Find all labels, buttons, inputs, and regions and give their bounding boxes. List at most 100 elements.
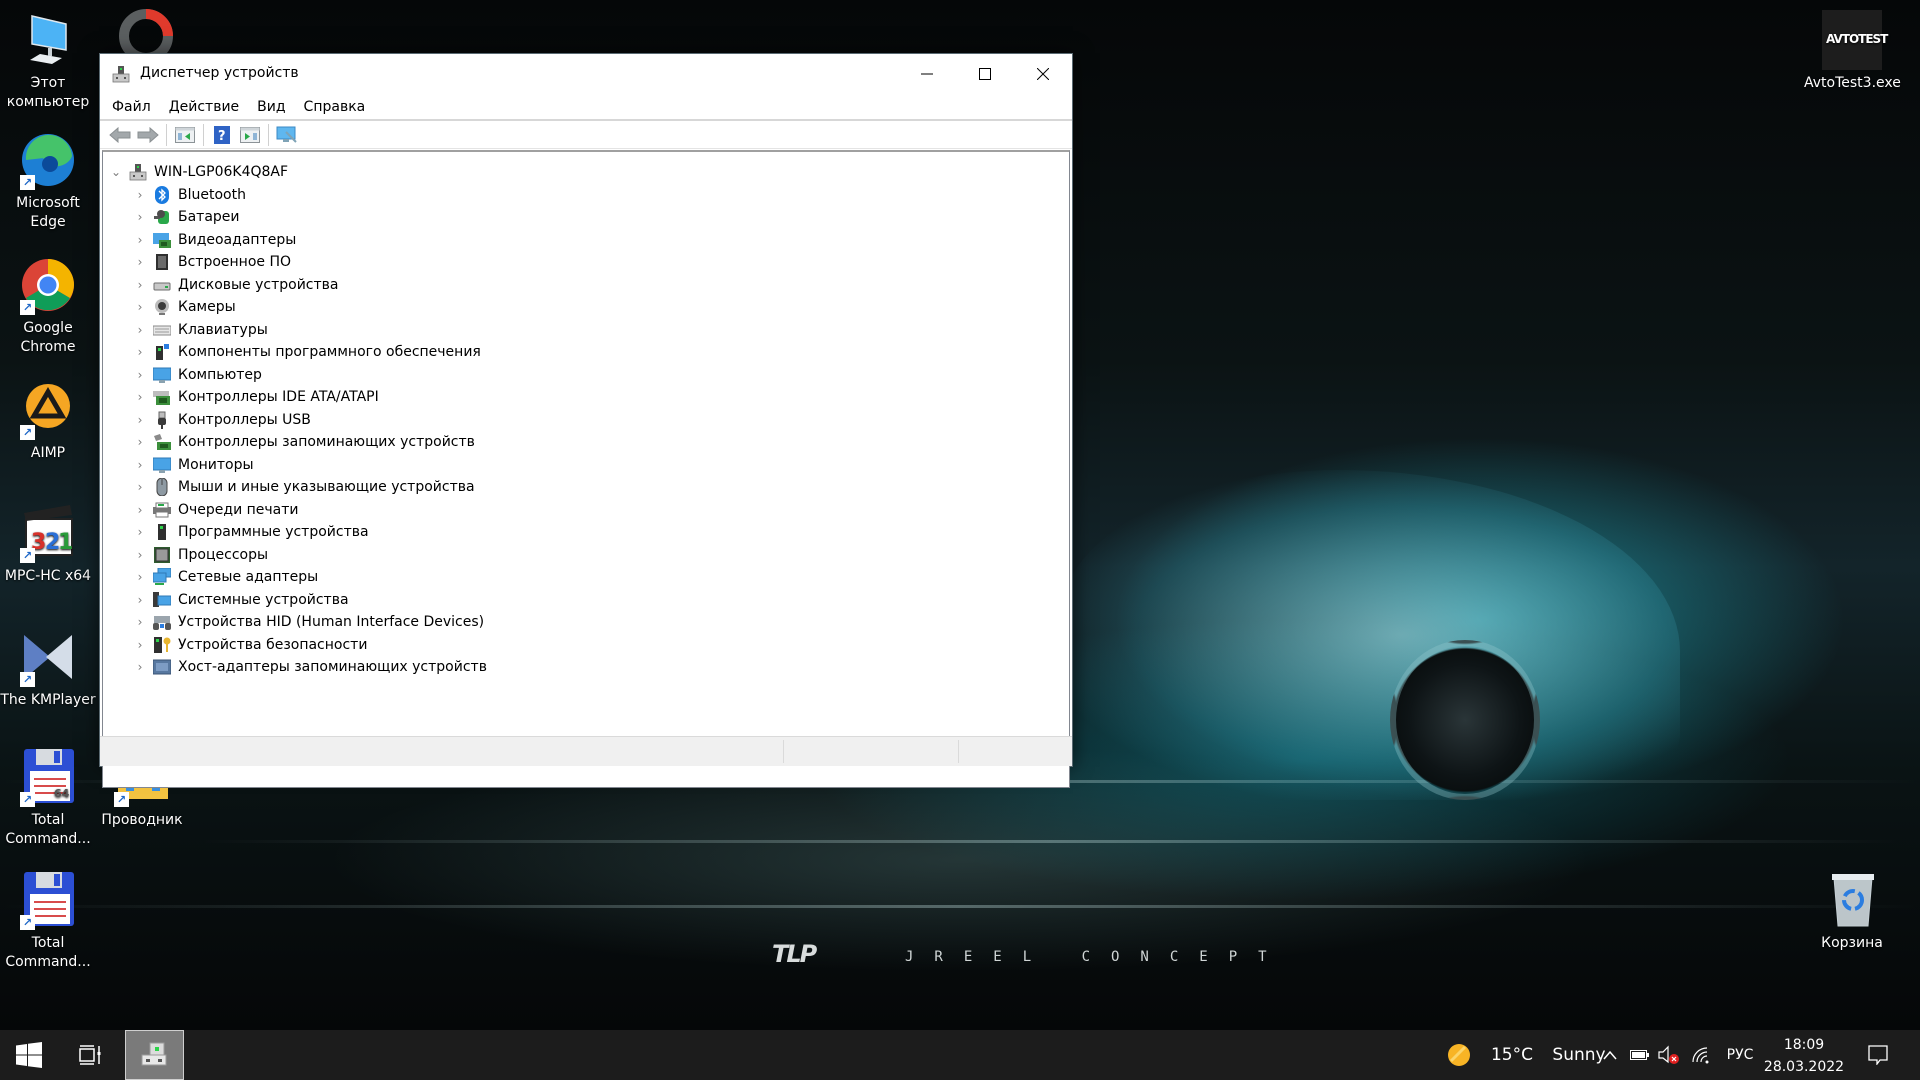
expand-chevron-icon[interactable]: ›: [133, 345, 147, 359]
expand-chevron-icon[interactable]: ›: [133, 525, 147, 539]
menu-file[interactable]: Файл: [103, 95, 160, 119]
desktop-icon-chrome[interactable]: ↗ Google Chrome: [0, 255, 96, 357]
tree-item[interactable]: › Дисковые устройства: [103, 274, 1069, 297]
tree-root-label: WIN-LGP06K4Q8AF: [154, 164, 289, 181]
help-button[interactable]: ?: [208, 123, 236, 147]
tree-root[interactable]: ⌄ WIN-LGP06K4Q8AF: [103, 161, 1069, 184]
status-pane: [958, 740, 1072, 763]
tree-item[interactable]: › Клавиатуры: [103, 319, 1069, 342]
tree-item[interactable]: › Мыши и иные указывающие устройства: [103, 476, 1069, 499]
clock[interactable]: 18:09 28.03.2022: [1762, 1034, 1846, 1078]
expand-chevron-icon[interactable]: ›: [133, 210, 147, 224]
software-device-icon: [153, 523, 171, 541]
tree-item[interactable]: › Батареи: [103, 206, 1069, 229]
printer-icon: [153, 501, 171, 519]
expand-chevron-icon[interactable]: ›: [133, 638, 147, 652]
tree-item[interactable]: › Контроллеры запоминающих устройств: [103, 431, 1069, 454]
tree-item[interactable]: › Сетевые адаптеры: [103, 566, 1069, 589]
forward-button[interactable]: [134, 123, 162, 147]
device-tree[interactable]: ⌄ WIN-LGP06K4Q8AF › Bluetooth › Батареи › Вид…: [102, 150, 1070, 788]
expand-chevron-icon[interactable]: ›: [133, 660, 147, 674]
expand-chevron-icon[interactable]: ›: [133, 278, 147, 292]
title-bar[interactable]: Диспетчер устройств: [100, 54, 1072, 94]
desktop-icon-avtotest[interactable]: AVTOTEST AvtoTest3.exe: [1804, 10, 1901, 93]
tree-item-label: Процессоры: [178, 546, 269, 563]
tree-item[interactable]: › Хост-адаптеры запоминающих устройств: [103, 656, 1069, 679]
tree-item[interactable]: › Контроллеры IDE ATA/ATAPI: [103, 386, 1069, 409]
show-action-pane-button[interactable]: [236, 123, 264, 147]
desktop-icon-total-commander[interactable]: ↗ Total Command...: [0, 870, 96, 972]
expand-chevron-icon[interactable]: ›: [133, 390, 147, 404]
expand-chevron-icon[interactable]: ›: [133, 368, 147, 382]
start-button[interactable]: [0, 1030, 58, 1080]
expand-chevron-icon[interactable]: ›: [133, 570, 147, 584]
desktop-icon-label: Google Chrome: [20, 320, 76, 355]
expand-chevron-icon[interactable]: ›: [133, 413, 147, 427]
desktop-icon-label: Total Command...: [5, 935, 91, 970]
tree-item[interactable]: › Мониторы: [103, 454, 1069, 477]
tree-item[interactable]: › Видеоадаптеры: [103, 229, 1069, 252]
monitor-icon: [152, 456, 172, 474]
expand-chevron-icon[interactable]: ›: [133, 188, 147, 202]
tree-item-label: Мониторы: [178, 456, 254, 473]
tree-item-label: Клавиатуры: [178, 321, 268, 338]
expand-chevron-icon[interactable]: ›: [133, 503, 147, 517]
expand-chevron-icon[interactable]: ›: [133, 548, 147, 562]
expand-chevron-icon[interactable]: ›: [133, 435, 147, 449]
expand-chevron-icon[interactable]: ›: [133, 593, 147, 607]
network-button[interactable]: [1688, 1030, 1714, 1080]
desktop-icon-label: The KMPlayer: [0, 692, 96, 708]
desktop-icon-edge[interactable]: ↗ Microsoft Edge: [0, 130, 96, 232]
expand-chevron-icon[interactable]: ›: [133, 323, 147, 337]
close-button[interactable]: [1014, 54, 1072, 94]
desktop-icon-recycle-bin[interactable]: Корзина: [1804, 870, 1900, 953]
desktop-icon-kmplayer[interactable]: ↗ The KMPlayer: [0, 627, 96, 710]
task-view-button[interactable]: [62, 1030, 118, 1080]
expand-chevron-icon[interactable]: ›: [133, 300, 147, 314]
battery-button[interactable]: [1628, 1030, 1652, 1080]
tree-item[interactable]: › Устройства HID (Human Interface Devices…: [103, 611, 1069, 634]
tree-item-label: Видеоадаптеры: [178, 231, 297, 248]
tree-item[interactable]: › Процессоры: [103, 544, 1069, 567]
tree-item[interactable]: › Камеры: [103, 296, 1069, 319]
desktop-icon-label: Microsoft Edge: [16, 195, 80, 230]
collapse-chevron-icon[interactable]: ⌄: [109, 165, 123, 179]
edge-icon: ↗: [18, 130, 78, 190]
menu-action[interactable]: Действие: [160, 95, 248, 119]
expand-chevron-icon[interactable]: ›: [133, 615, 147, 629]
expand-chevron-icon[interactable]: ›: [133, 233, 147, 247]
tree-item[interactable]: › Очереди печати: [103, 499, 1069, 522]
menu-view[interactable]: Вид: [248, 95, 294, 119]
maximize-button[interactable]: [956, 54, 1014, 94]
tree-item[interactable]: › Компьютер: [103, 364, 1069, 387]
tree-item[interactable]: › Bluetooth: [103, 184, 1069, 207]
show-hide-tree-button[interactable]: [171, 123, 199, 147]
tree-item[interactable]: › Контроллеры USB: [103, 409, 1069, 432]
language-indicator[interactable]: РУС: [1720, 1030, 1760, 1080]
expand-chevron-icon[interactable]: ›: [133, 480, 147, 494]
desktop-icon-total-commander-64[interactable]: 64 ↗ Total Command...: [0, 747, 96, 849]
weather-button[interactable]: [1444, 1030, 1474, 1080]
svg-text:1: 1: [58, 530, 73, 555]
menu-help[interactable]: Справка: [295, 95, 375, 119]
tree-item[interactable]: › Программные устройства: [103, 521, 1069, 544]
tree-item-label: Мыши и иные указывающие устройства: [178, 479, 475, 496]
tree-item[interactable]: › Встроенное ПО: [103, 251, 1069, 274]
volume-button[interactable]: [1656, 1030, 1682, 1080]
back-button[interactable]: [106, 123, 134, 147]
tree-item[interactable]: › Системные устройства: [103, 589, 1069, 612]
weather-temperature[interactable]: 15°C: [1482, 1030, 1542, 1080]
action-center-button[interactable]: [1856, 1030, 1900, 1080]
taskbar-device-manager-button[interactable]: [125, 1030, 184, 1080]
minimize-button[interactable]: [898, 54, 956, 94]
tree-item[interactable]: › Устройства безопасности: [103, 634, 1069, 657]
desktop-icon-mpc-hc[interactable]: 321 ↗ MPC-HC x64: [0, 503, 96, 586]
tree-item-label: Устройства безопасности: [178, 636, 368, 653]
tree-item[interactable]: › Компоненты программного обеспечения: [103, 341, 1069, 364]
expand-chevron-icon[interactable]: ›: [133, 458, 147, 472]
scan-hardware-button[interactable]: [273, 123, 301, 147]
show-hidden-icons-button[interactable]: [1598, 1030, 1622, 1080]
expand-chevron-icon[interactable]: ›: [133, 255, 147, 269]
desktop-icon-aimp[interactable]: ↗ AIMP: [0, 380, 96, 463]
desktop-icon-this-pc[interactable]: Этот компьютер: [0, 10, 96, 112]
